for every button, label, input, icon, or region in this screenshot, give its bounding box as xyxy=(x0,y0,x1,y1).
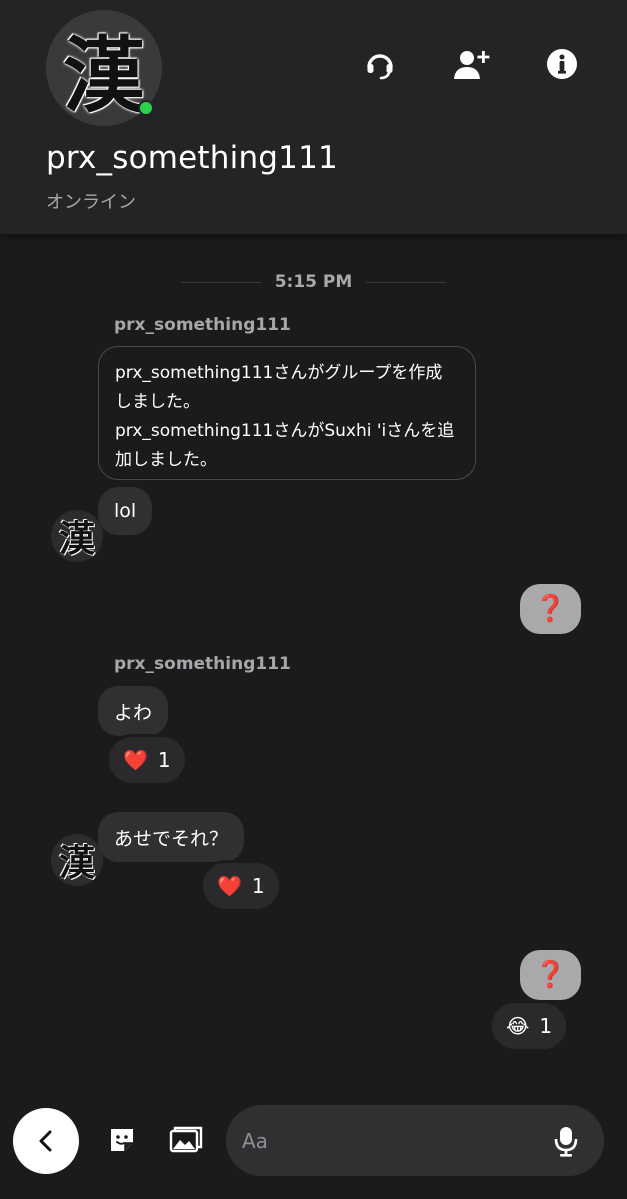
sender-avatar[interactable]: 漢 xyxy=(51,510,103,562)
message-composer xyxy=(226,1105,604,1176)
question-mark-emoji: ❓ xyxy=(534,594,567,624)
system-message-bubble[interactable]: prx_something111さんがグループを作成しました。 prx_some… xyxy=(98,346,476,480)
divider-line xyxy=(366,281,447,283)
reaction-badge[interactable]: 😂 1 xyxy=(489,1000,570,1052)
info-icon[interactable] xyxy=(540,42,584,86)
timestamp: 5:15 PM xyxy=(274,272,353,292)
chat-username: prx_something111 xyxy=(46,140,338,176)
question-mark-emoji: ❓ xyxy=(534,960,567,990)
online-indicator xyxy=(138,100,154,116)
gallery-icon[interactable] xyxy=(166,1120,206,1160)
reaction-badge[interactable]: ❤️ 1 xyxy=(200,860,282,912)
avatar-glyph: 漢 xyxy=(58,518,95,560)
system-message-line: prx_something111さんがSuxhi 'iさんを追加しました。 xyxy=(115,421,455,470)
sender-name: prx_something111 xyxy=(114,315,291,335)
reaction-badge[interactable]: ❤️ 1 xyxy=(106,734,188,786)
reaction-count: 1 xyxy=(251,874,265,898)
microphone-icon[interactable] xyxy=(548,1123,584,1159)
reaction-count: 1 xyxy=(539,1014,553,1038)
online-status: オンライン xyxy=(46,192,136,213)
heart-icon: ❤️ xyxy=(217,874,242,898)
message-bubble[interactable]: よわ xyxy=(98,686,169,736)
divider-line xyxy=(180,281,261,283)
message-text: lol xyxy=(114,500,137,522)
add-person-icon[interactable] xyxy=(449,42,493,86)
message-input[interactable] xyxy=(242,1121,542,1161)
sender-name: prx_something111 xyxy=(114,654,291,674)
message-text: あせでそれ？ xyxy=(114,827,229,850)
my-message-bubble[interactable]: ❓ xyxy=(520,950,581,1000)
sticker-icon[interactable] xyxy=(102,1120,142,1160)
system-message-line: prx_something111さんがグループを作成しました。 xyxy=(115,363,443,412)
sender-avatar[interactable]: 漢 xyxy=(51,834,103,886)
avatar-glyph: 漢 xyxy=(58,842,95,884)
timestamp-divider: 5:15 PM xyxy=(0,266,627,298)
reaction-count: 1 xyxy=(157,748,171,772)
message-text: よわ xyxy=(114,701,153,724)
message-bubble[interactable]: lol xyxy=(98,487,153,535)
avatar-glyph: 漢 xyxy=(62,27,145,124)
back-button[interactable] xyxy=(13,1108,79,1174)
heart-icon: ❤️ xyxy=(123,748,148,772)
laughing-emoji-icon: 😂 xyxy=(506,1014,530,1038)
chat-header: 漢 prx_something111 オンライン xyxy=(0,0,627,234)
message-bubble[interactable]: あせでそれ？ xyxy=(98,812,245,862)
my-message-bubble[interactable]: ❓ xyxy=(520,584,581,634)
back-icon xyxy=(39,1130,52,1152)
headset-icon[interactable] xyxy=(358,42,402,86)
